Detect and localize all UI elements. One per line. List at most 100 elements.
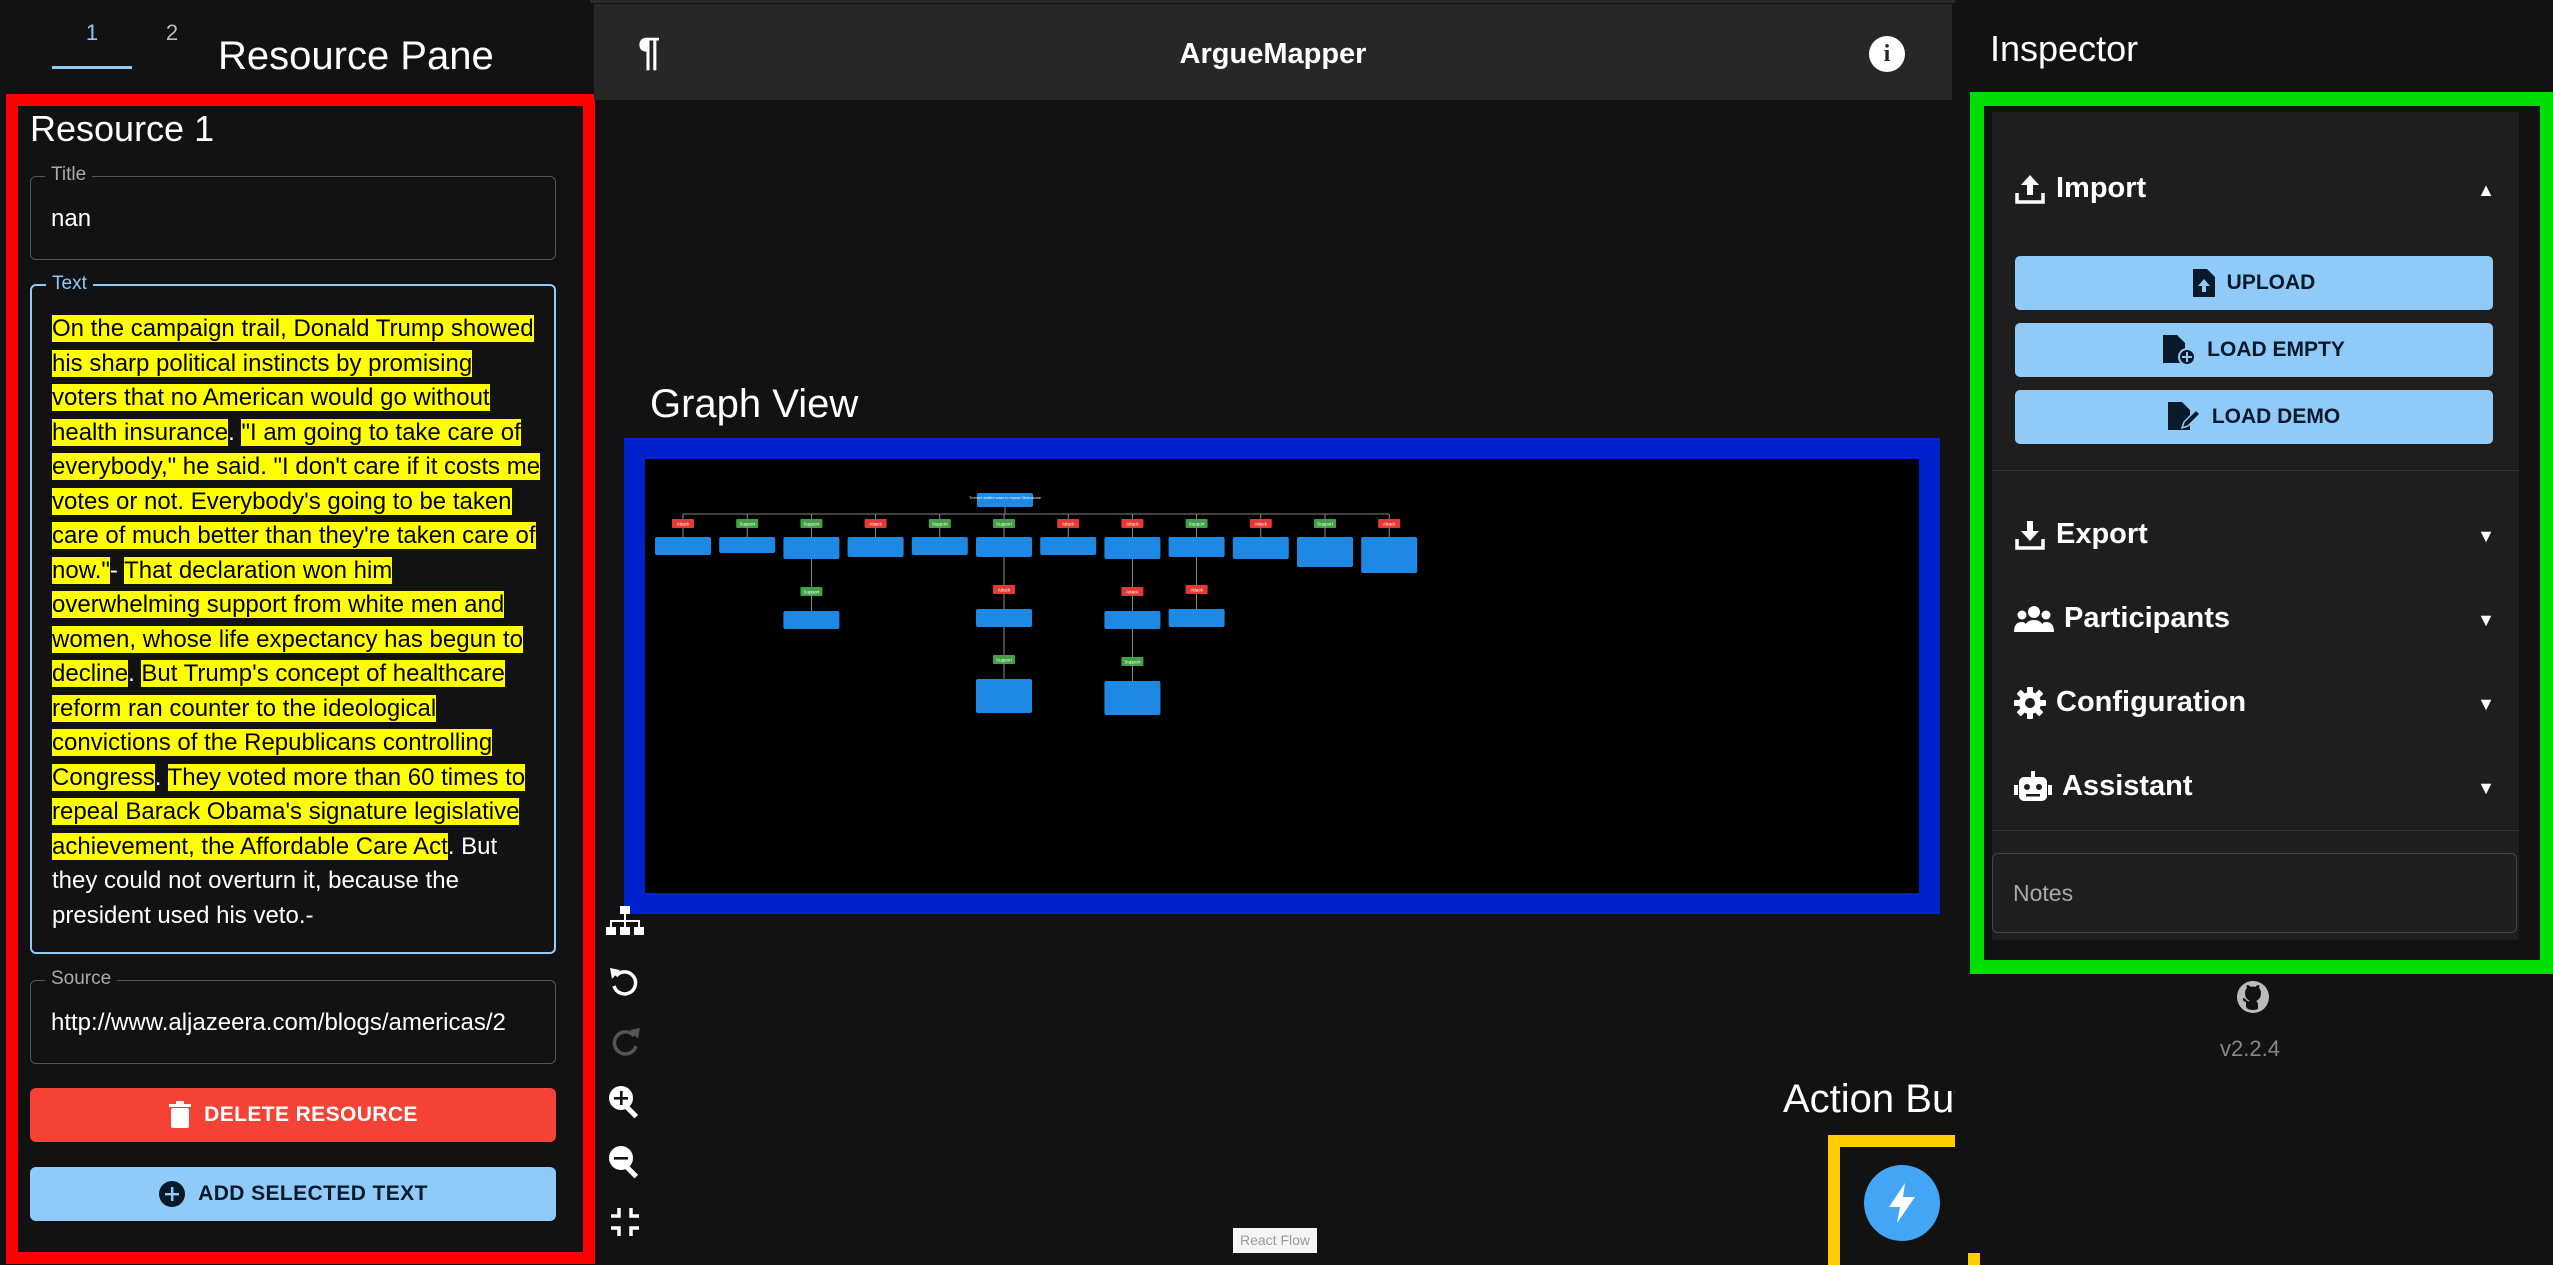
accordion-export[interactable]: Export ▼ (1992, 494, 2519, 579)
add-selected-text-button[interactable]: ADD SELECTED TEXT (30, 1167, 556, 1221)
argument-node[interactable] (655, 537, 711, 555)
relation-label[interactable]: Attack (869, 522, 882, 527)
argument-node[interactable] (719, 537, 776, 553)
chevron-down-icon[interactable]: ▼ (2477, 610, 2495, 631)
title-field-label: Title (45, 164, 93, 186)
source-field[interactable]: Source http://www.aljazeera.com/blogs/am… (30, 968, 556, 1064)
accordion-configuration-header[interactable]: Configuration (2014, 686, 2246, 719)
argument-node[interactable] (1361, 537, 1418, 573)
argument-node[interactable] (911, 537, 968, 555)
argument-node[interactable] (1104, 681, 1161, 715)
upload-label: UPLOAD (2226, 271, 2316, 294)
undo-icon[interactable] (600, 960, 650, 1004)
argument-node[interactable] (1040, 537, 1097, 555)
relation-label[interactable]: Attack (1062, 522, 1075, 527)
relation-label[interactable]: Attack (1190, 588, 1203, 593)
redo-icon[interactable] (600, 1020, 650, 1064)
download-icon (2015, 520, 2045, 550)
relation-label[interactable]: Support (996, 658, 1013, 663)
relation-label[interactable]: Attack (677, 522, 690, 527)
text-segment[interactable]: . (155, 764, 168, 791)
accordion-configuration[interactable]: Configuration ▼ (1992, 662, 2519, 747)
text-segment[interactable]: . (228, 419, 241, 446)
load-empty-button[interactable]: LOAD EMPTY (2015, 323, 2493, 377)
trash-icon (169, 1101, 192, 1128)
chevron-down-icon[interactable]: ▼ (2477, 526, 2495, 547)
info-icon[interactable]: i (1869, 36, 1905, 72)
text-segment[interactable]: . (128, 660, 141, 687)
argument-node[interactable] (976, 537, 1032, 557)
notes-field[interactable]: Notes (1992, 853, 2517, 933)
relation-label[interactable]: Support (996, 522, 1013, 527)
tab-resource-2[interactable]: 2 (132, 0, 212, 66)
github-icon[interactable] (2236, 980, 2270, 1019)
relation-label[interactable]: Attack (998, 588, 1011, 593)
chevron-down-icon[interactable]: ▼ (2477, 694, 2495, 715)
relation-label[interactable]: Support (1317, 522, 1334, 527)
gear-icon (2014, 686, 2046, 719)
chevron-up-icon[interactable]: ▲ (2477, 180, 2495, 201)
text-field[interactable]: Text On the campaign trail, Donald Trump… (30, 273, 556, 954)
accordion-assistant-header[interactable]: Assistant (2014, 770, 2193, 803)
accordion-assistant[interactable]: Assistant ▼ (1992, 746, 2519, 831)
plus-circle-icon (159, 1181, 186, 1207)
accordion-configuration-label: Configuration (2056, 686, 2247, 718)
add-selected-text-label: ADD SELECTED TEXT (198, 1182, 428, 1205)
relation-label[interactable]: Support (932, 522, 949, 527)
resource-tabs: 1 2 (52, 0, 212, 69)
relation-label[interactable]: Support (739, 522, 756, 527)
action-button[interactable] (1864, 1165, 1940, 1241)
argument-node[interactable] (1168, 537, 1225, 557)
relation-label[interactable]: Attack (1255, 522, 1268, 527)
text-segment[interactable]: - (110, 557, 124, 584)
source-field-label: Source (45, 968, 118, 990)
argument-node[interactable] (1168, 609, 1225, 627)
argument-node[interactable] (1232, 537, 1289, 559)
relation-label[interactable]: Attack (1126, 522, 1139, 527)
layout-icon[interactable] (600, 900, 650, 944)
load-empty-label: LOAD EMPTY (2207, 338, 2345, 361)
root-node-label[interactable]: Trump's stalled vows to repeal Obamacare (969, 496, 1041, 500)
upload-button[interactable]: UPLOAD (2015, 256, 2493, 310)
argument-node[interactable] (1104, 537, 1161, 559)
bolt-icon (1889, 1183, 1915, 1223)
argument-node[interactable] (1104, 611, 1161, 629)
argument-node[interactable] (847, 537, 904, 557)
zoom-out-icon[interactable] (600, 1140, 650, 1184)
title-field[interactable]: Title nan (30, 164, 556, 260)
load-demo-label: LOAD DEMO (2211, 405, 2341, 428)
delete-resource-button[interactable]: DELETE RESOURCE (30, 1088, 556, 1142)
app-version: v2.2.4 (2220, 1036, 2280, 1061)
accordion-import-header[interactable]: Import (2014, 172, 2146, 205)
load-demo-button[interactable]: LOAD DEMO (2015, 390, 2493, 444)
relation-label[interactable]: Attack (1126, 590, 1139, 595)
fit-view-icon[interactable] (600, 1200, 650, 1244)
file-add-icon (2163, 335, 2196, 365)
tab-resource-1[interactable]: 1 (52, 0, 132, 69)
argument-node[interactable] (783, 611, 840, 629)
chevron-down-icon[interactable]: ▼ (2477, 778, 2495, 799)
argument-graph[interactable]: Trump's stalled vows to repeal Obamacare… (645, 459, 1919, 893)
title-field-value[interactable]: nan (51, 205, 541, 233)
accordion-import-label: Import (2056, 172, 2147, 204)
react-flow-attribution[interactable]: React Flow (1233, 1228, 1317, 1253)
people-icon (2014, 605, 2054, 632)
accordion-export-label: Export (2056, 518, 2148, 550)
accordion-participants-header[interactable]: Participants (2014, 602, 2230, 635)
relation-label[interactable]: Support (804, 590, 821, 595)
argument-node[interactable] (1297, 537, 1353, 567)
graph-view-label: Graph View (650, 382, 859, 426)
relation-label[interactable]: Attack (1383, 522, 1396, 527)
argument-node[interactable] (976, 679, 1032, 713)
resource-text[interactable]: On the campaign trail, Donald Trump show… (52, 312, 542, 933)
accordion-export-header[interactable]: Export (2014, 518, 2148, 551)
relation-label[interactable]: Support (1189, 522, 1206, 527)
argument-node[interactable] (976, 609, 1032, 627)
relation-label[interactable]: Support (1125, 660, 1142, 665)
source-field-value[interactable]: http://www.aljazeera.com/blogs/americas/… (51, 1009, 541, 1037)
accordion-participants[interactable]: Participants ▼ (1992, 578, 2519, 663)
graph-view-highlight-box: Trump's stalled vows to repeal Obamacare… (624, 438, 1940, 914)
argument-node[interactable] (783, 537, 840, 559)
zoom-in-icon[interactable] (600, 1080, 650, 1124)
relation-label[interactable]: Support (804, 522, 821, 527)
